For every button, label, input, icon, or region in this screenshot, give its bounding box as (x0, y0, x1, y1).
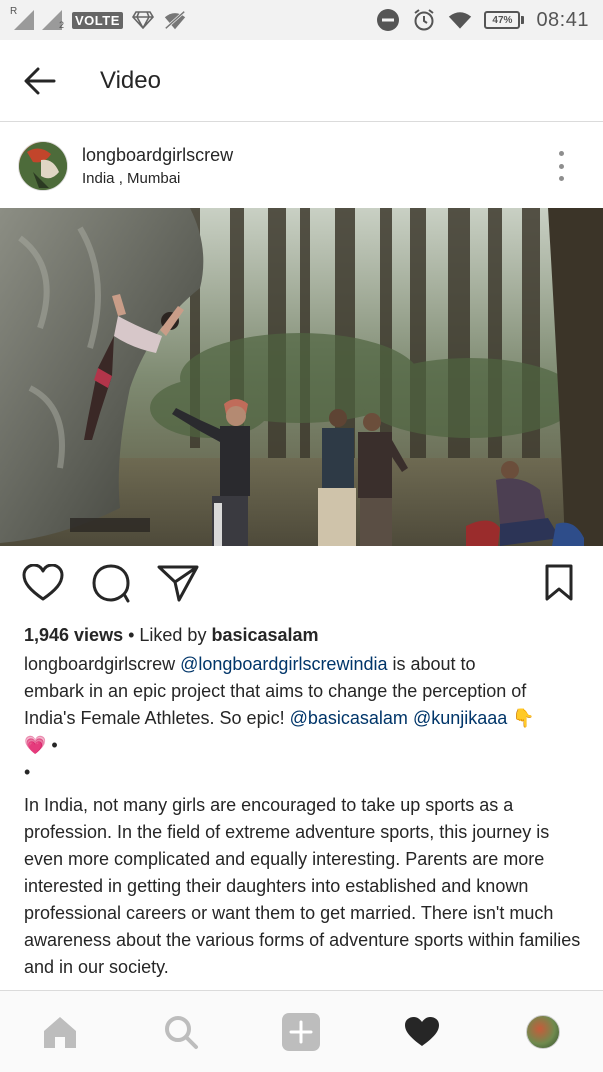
wifi-icon (448, 8, 472, 32)
caption-line-3: India's Female Athletes. So epic! (24, 708, 290, 728)
nav-profile[interactable] (513, 1002, 573, 1062)
nav-search[interactable] (151, 1002, 211, 1062)
nav-activity[interactable] (392, 1002, 452, 1062)
diamond-icon (131, 8, 155, 32)
back-button[interactable] (10, 51, 70, 111)
point-down-emoji: 👇 (512, 708, 535, 728)
post-video[interactable] (0, 208, 603, 546)
clock: 08:41 (536, 8, 589, 31)
caption-author[interactable]: longboardgirlscrew (24, 654, 175, 674)
battery-icon: 47% (484, 11, 525, 29)
status-left: R 2 VOLTE (10, 6, 187, 32)
video-frame (0, 208, 603, 546)
nav-home[interactable] (30, 1002, 90, 1062)
liked-by-prefix: • Liked by (123, 625, 212, 645)
status-bar: R 2 VOLTE 47% 08:41 (0, 0, 603, 40)
volte-badge: VOLTE (72, 11, 123, 29)
like-button[interactable] (20, 560, 66, 606)
sim2-label: 2 (59, 20, 65, 30)
sim1-label: R (10, 6, 18, 17)
post-username[interactable]: longboardgirlscrew (82, 145, 233, 166)
post-meta: longboardgirlscrew India , Mumbai (82, 145, 233, 187)
battery-level: 47% (484, 11, 521, 29)
page-title: Video (100, 66, 161, 94)
heart-outline-icon (22, 564, 64, 601)
views-count[interactable]: 1,946 views (24, 625, 123, 645)
bookmark-icon (545, 564, 573, 601)
save-button[interactable] (536, 560, 582, 606)
profile-avatar (525, 1014, 560, 1049)
views-line: 1,946 views • Liked by basicasalam (24, 622, 584, 649)
search-icon (164, 1015, 198, 1049)
comment-button[interactable] (88, 560, 134, 606)
add-icon (282, 1012, 321, 1051)
wifi-off-icon (163, 8, 187, 32)
heart-filled-icon (405, 1016, 440, 1046)
back-arrow-icon (24, 67, 56, 94)
more-options-button[interactable] (549, 151, 573, 181)
caption: longboardgirlscrew @longboardgirlscrewin… (24, 651, 584, 786)
caption-line-2: embark in an epic project that aims to c… (24, 681, 527, 701)
home-icon (44, 1016, 77, 1048)
alarm-icon (412, 8, 436, 32)
caption-description: In India, not many girls are encouraged … (24, 795, 581, 977)
mention-kunjikaaa[interactable]: @kunjikaaa (413, 708, 507, 728)
caption-text-1: is about to (387, 654, 476, 674)
post-avatar[interactable] (18, 140, 68, 191)
status-right: 47% 08:41 (376, 8, 589, 32)
mention-basicasalam[interactable]: @basicasalam (290, 708, 408, 728)
post-text: 1,946 views • Liked by basicasalam longb… (24, 622, 584, 981)
app-header: Video (0, 40, 603, 122)
caption-line-4: 💗 • (24, 735, 58, 755)
nav-add[interactable] (271, 1002, 331, 1062)
more-vertical-icon (558, 151, 564, 156)
post-header: longboardgirlscrew India , Mumbai (0, 123, 603, 208)
signal-sim2-icon: 2 (42, 10, 64, 30)
post-actions (0, 560, 603, 612)
liked-by-user[interactable]: basicasalam (211, 625, 318, 645)
bottom-nav (0, 990, 603, 1072)
caption-line-5: • (24, 762, 31, 782)
share-button[interactable] (155, 560, 201, 606)
mention-longboardgirlscrewindia[interactable]: @longboardgirlscrewindia (180, 654, 387, 674)
comment-icon (92, 564, 130, 603)
post-location[interactable]: India , Mumbai (82, 170, 233, 187)
signal-sim1-icon: R (10, 6, 34, 30)
send-icon (157, 565, 199, 602)
do-not-disturb-icon (376, 8, 400, 32)
